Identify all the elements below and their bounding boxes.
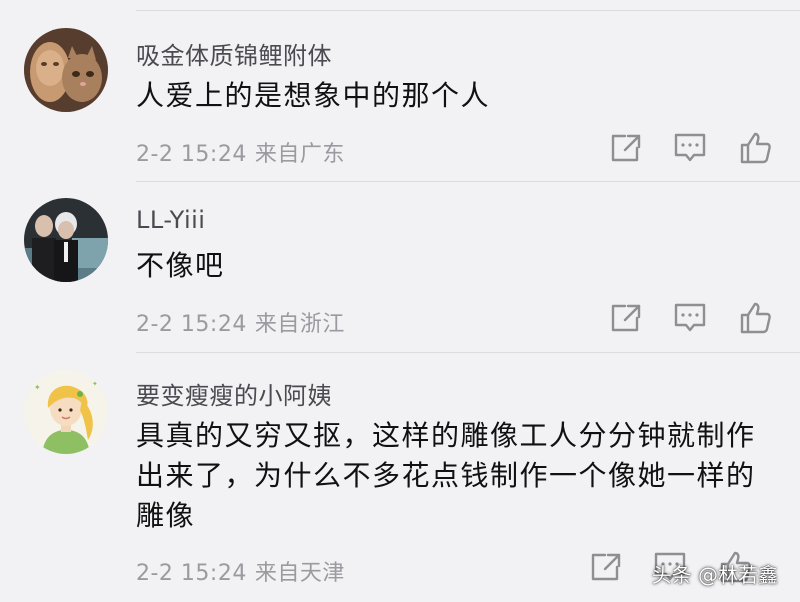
comment-text: 人爱上的是想象中的那个人 <box>136 79 491 112</box>
photo-avatar-icon <box>24 198 108 282</box>
comment-meta: 2-2 15:24 来自浙江 <box>136 306 345 338</box>
comment-location: 来自天津 <box>254 561 345 586</box>
comment-username[interactable]: 要变瘦瘦的小阿姨 <box>136 376 332 411</box>
divider <box>136 10 800 11</box>
comment-icon <box>674 133 706 162</box>
reply-button[interactable] <box>672 131 708 165</box>
comment-text: 具真的又穷又抠，这样的雕像工人分分钟就制作 出来了，为什么不多花点钱制作一个像她… <box>136 416 776 536</box>
svg-text:✦: ✦ <box>34 383 41 392</box>
comment-text-line: 具真的又穷又抠，这样的雕像工人分分钟就制作 <box>136 419 756 452</box>
comment-meta: 2-2 15:24 来自天津 <box>136 555 345 587</box>
user-avatar[interactable]: ✦ ✦ <box>24 370 108 454</box>
comment-location: 来自广东 <box>254 142 345 167</box>
user-avatar[interactable] <box>24 28 108 112</box>
watermark: 头条 @林若鑫 <box>651 563 778 587</box>
comment-username[interactable]: LL-Yiii <box>136 206 205 234</box>
comment-text-line: 雕像 <box>136 499 196 532</box>
share-icon <box>611 134 641 162</box>
user-avatar[interactable] <box>24 198 108 282</box>
share-button[interactable] <box>608 131 644 165</box>
comment-icon <box>674 303 706 332</box>
share-icon <box>591 553 621 581</box>
svg-text:✦: ✦ <box>92 380 98 388</box>
comment-meta: 2-2 15:24 来自广东 <box>136 136 345 168</box>
like-button[interactable] <box>738 301 774 335</box>
divider <box>136 352 800 353</box>
share-icon <box>611 304 641 332</box>
thumbs-up-icon <box>740 132 771 164</box>
divider <box>136 181 800 182</box>
share-button[interactable] <box>608 301 644 335</box>
cat-mask-avatar-icon <box>24 28 108 112</box>
comment-username[interactable]: 吸金体质锦鲤附体 <box>136 36 332 71</box>
cartoon-girl-avatar-icon: ✦ ✦ <box>24 370 108 454</box>
comment-time: 2-2 15:24 <box>136 312 247 337</box>
comment-location: 来自浙江 <box>254 312 345 337</box>
share-button[interactable] <box>588 550 624 584</box>
comment-text: 不像吧 <box>136 249 225 282</box>
comment-time: 2-2 15:24 <box>136 561 247 586</box>
reply-button[interactable] <box>672 301 708 335</box>
like-button[interactable] <box>738 131 774 165</box>
comment-text-line: 出来了，为什么不多花点钱制作一个像她一样的 <box>136 459 756 492</box>
comment-time: 2-2 15:24 <box>136 142 247 167</box>
thumbs-up-icon <box>740 302 771 334</box>
